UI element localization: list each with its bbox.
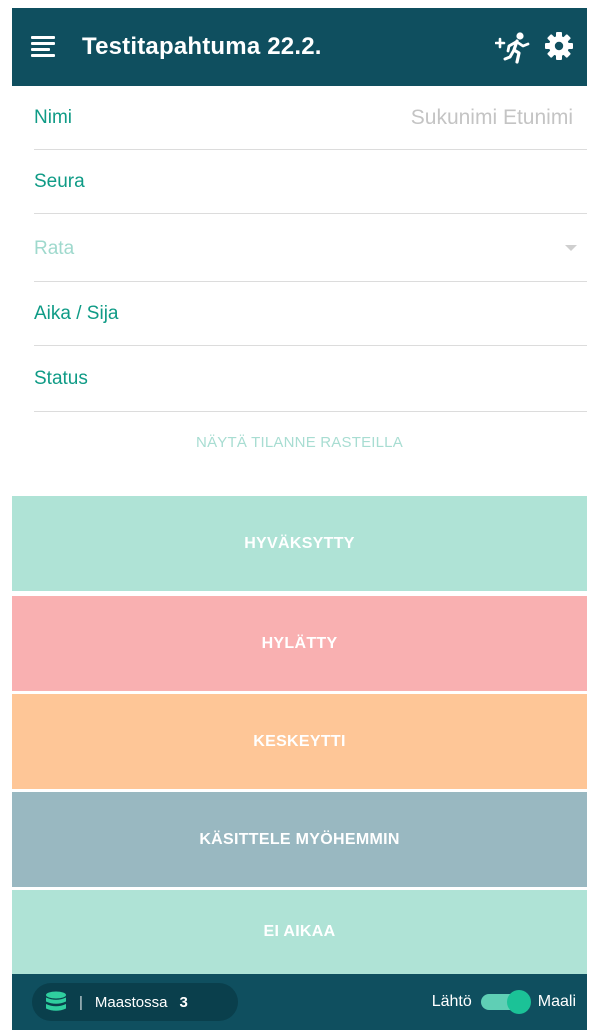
name-placeholder: Sukunimi Etunimi (410, 105, 573, 129)
dnf-button[interactable]: KESKEYTTI (12, 694, 587, 789)
course-select[interactable]: Rata (34, 216, 587, 282)
bottom-bar: | Maastossa 3 Lähtö Maali (12, 974, 587, 1030)
rejected-button[interactable]: HYLÄTTY (12, 596, 587, 691)
status-label: Status (34, 367, 88, 389)
in-terrain-count: 3 (179, 993, 188, 1011)
process-later-button[interactable]: KÄSITTELE MYÖHEMMIN (12, 792, 587, 887)
menu-icon[interactable] (31, 36, 55, 58)
database-icon (46, 991, 66, 1011)
start-finish-switch: Lähtö Maali (432, 974, 576, 1030)
in-terrain-label: Maastossa (94, 993, 168, 1011)
name-field[interactable]: Nimi Sukunimi Etunimi (34, 86, 587, 150)
separator: | (79, 993, 83, 1011)
name-label: Nimi (34, 106, 72, 128)
finish-label: Maali (537, 993, 576, 1010)
page-title: Testitapahtuma 22.2. (82, 33, 322, 60)
chevron-down-icon (565, 245, 577, 251)
add-runner-icon[interactable] (495, 30, 531, 64)
no-time-button[interactable]: EI AIKAA (12, 890, 587, 974)
time-place-label: Aika / Sija (34, 302, 119, 324)
club-label: Seura (34, 170, 85, 192)
show-controls-button[interactable]: NÄYTÄ TILANNE RASTEILLA (12, 434, 587, 451)
start-label: Lähtö (431, 993, 472, 1010)
time-place-field[interactable]: Aika / Sija (34, 282, 587, 346)
app-window: Testitapahtuma 22.2. Nimi Sukunimi Etuni… (12, 8, 587, 1030)
app-header: Testitapahtuma 22.2. (12, 8, 587, 86)
approved-button[interactable]: HYVÄKSYTTY (12, 496, 587, 591)
club-field[interactable]: Seura (34, 150, 587, 214)
in-terrain-badge[interactable]: | Maastossa 3 (32, 983, 238, 1021)
start-finish-toggle[interactable] (480, 990, 531, 1014)
status-field[interactable]: Status (34, 346, 587, 412)
course-label: Rata (34, 237, 75, 259)
gear-icon[interactable] (545, 32, 573, 60)
